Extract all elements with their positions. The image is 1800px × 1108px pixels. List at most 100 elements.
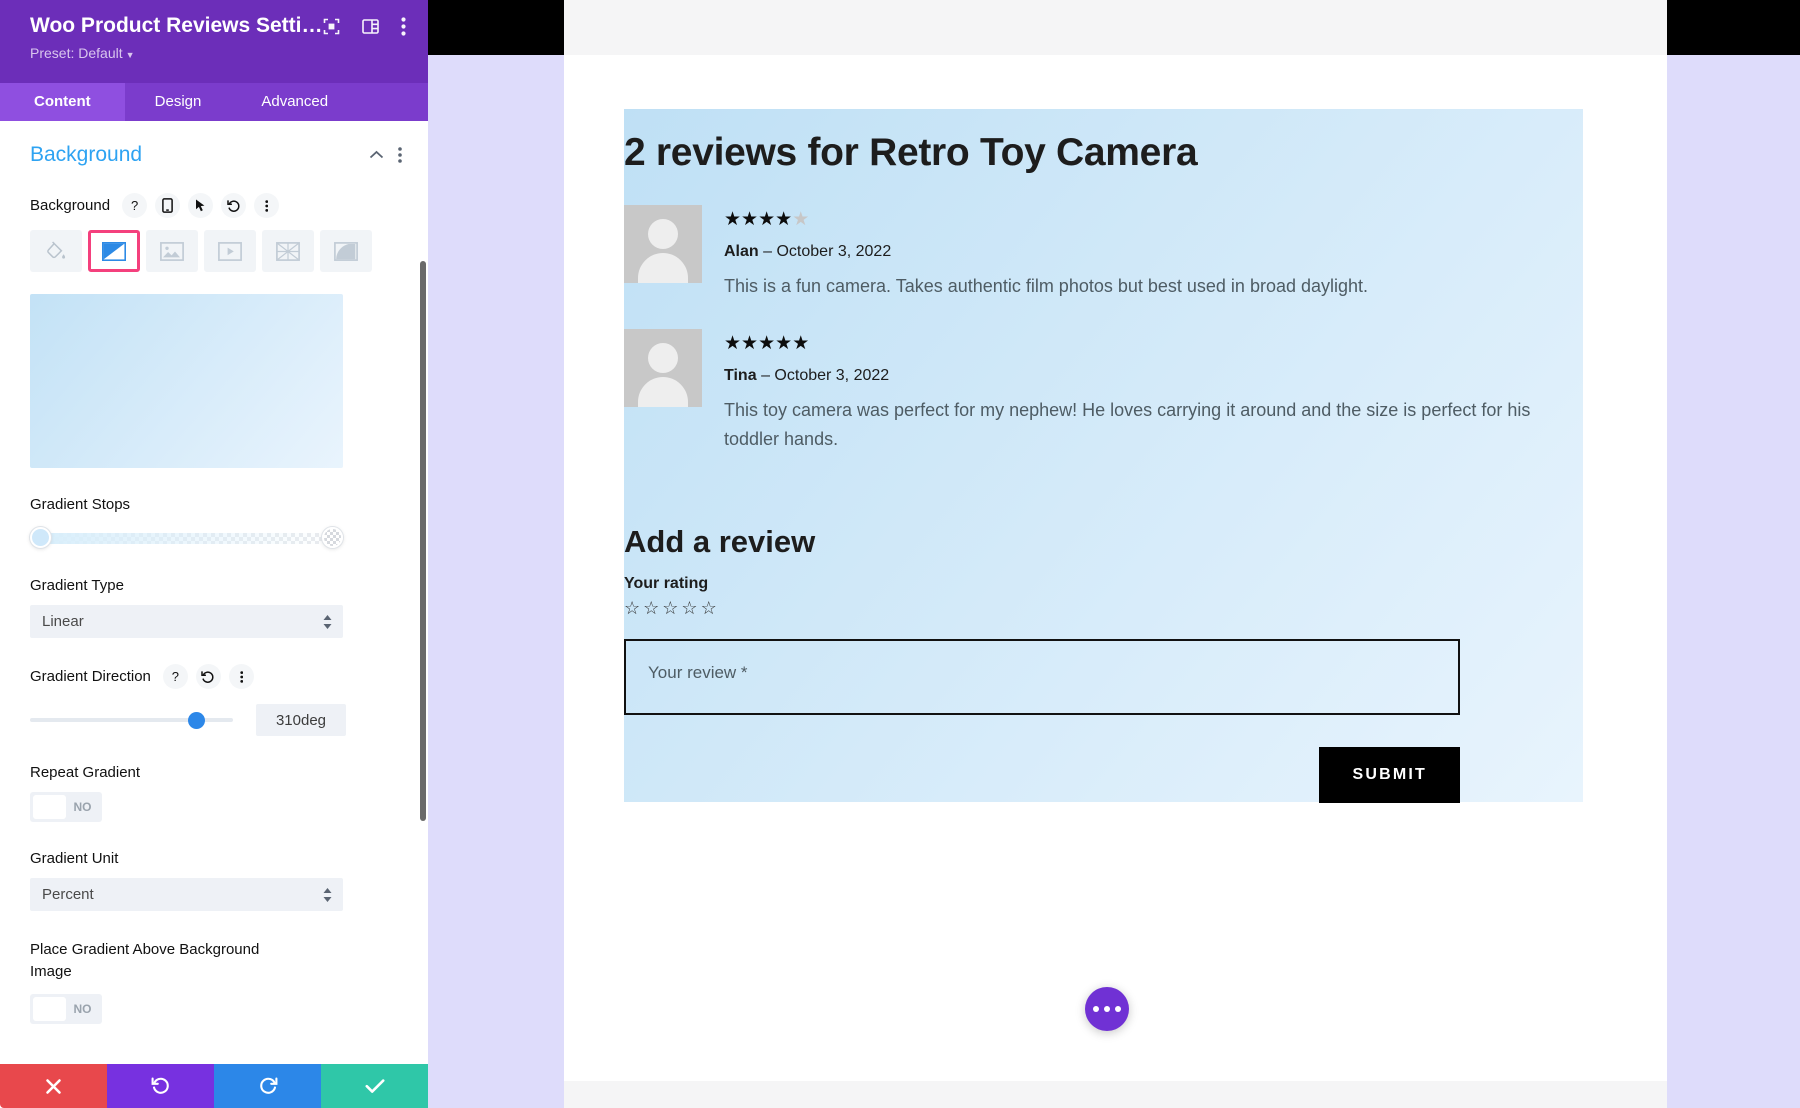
gradient-stops-slider[interactable] xyxy=(30,527,343,549)
star-empty-icon: ★ xyxy=(792,209,809,230)
background-label: Background xyxy=(30,197,110,214)
more-vertical-icon[interactable] xyxy=(401,17,406,36)
toggle-knob xyxy=(33,795,66,819)
review-meta: Tina – October 3, 2022 xyxy=(724,365,1583,387)
rating-star-input[interactable]: ☆☆☆☆☆ xyxy=(624,598,1583,619)
star-filled-icon: ★ xyxy=(775,209,792,230)
review-item: ★★★★★ Tina – October 3, 2022 This toy ca… xyxy=(624,329,1583,454)
repeat-gradient-toggle[interactable]: NO xyxy=(30,792,102,822)
place-gradient-above-toggle[interactable]: NO xyxy=(30,994,102,1024)
background-field: Background ? xyxy=(0,193,428,1024)
redo-icon xyxy=(258,1076,278,1096)
star-rating: ★★★★★ xyxy=(724,333,1583,355)
help-icon[interactable]: ? xyxy=(122,193,147,218)
star-empty-icon[interactable]: ☆ xyxy=(701,598,720,618)
save-button[interactable] xyxy=(321,1064,428,1108)
tab-content[interactable]: Content xyxy=(0,83,125,121)
reset-icon[interactable] xyxy=(196,664,221,689)
panel-header: Woo Product Reviews Setti… xyxy=(0,0,428,83)
page-gutter-left xyxy=(428,55,564,1108)
slider-knob[interactable] xyxy=(188,712,205,729)
avatar xyxy=(624,329,702,407)
page-gutter-right xyxy=(1667,55,1800,1108)
page-settings-fab[interactable] xyxy=(1085,987,1129,1031)
review-item: ★★★★★ Alan – October 3, 2022 This is a f… xyxy=(624,205,1583,301)
your-rating-label: Your rating xyxy=(624,575,1583,593)
review-textarea[interactable]: Your review * xyxy=(624,639,1460,715)
review-date: October 3, 2022 xyxy=(774,367,889,384)
repeat-gradient-value: NO xyxy=(66,800,99,814)
background-type-tabs xyxy=(30,230,398,272)
ellipsis-dot-icon xyxy=(1093,1006,1099,1012)
star-empty-icon[interactable]: ☆ xyxy=(643,598,662,618)
gradient-direction-label: Gradient Direction xyxy=(30,668,151,685)
tab-advanced[interactable]: Advanced xyxy=(231,83,358,121)
gradient-type-select[interactable]: Linear xyxy=(30,605,343,638)
gradient-direction-value[interactable]: 310deg xyxy=(256,704,346,736)
gradient-preview[interactable] xyxy=(30,294,343,468)
section-title: Background xyxy=(30,143,355,167)
panel-action-bar xyxy=(0,1064,428,1108)
background-gradient-icon[interactable] xyxy=(88,230,140,272)
undo-icon xyxy=(151,1076,171,1096)
star-filled-icon: ★ xyxy=(724,333,741,354)
star-filled-icon: ★ xyxy=(758,209,775,230)
background-section-header: Background xyxy=(0,121,428,167)
gradient-direction-label-row: Gradient Direction ? xyxy=(30,664,398,689)
review-meta: Alan – October 3, 2022 xyxy=(724,241,1583,263)
review-author: Tina xyxy=(724,367,757,384)
background-video-icon[interactable] xyxy=(204,230,256,272)
undo-button[interactable] xyxy=(107,1064,214,1108)
place-gradient-above-label: Place Gradient Above Background Image xyxy=(30,939,260,983)
tab-design[interactable]: Design xyxy=(125,83,232,121)
focus-icon[interactable] xyxy=(323,18,340,35)
browser-chrome xyxy=(428,0,1800,56)
background-image-icon[interactable] xyxy=(146,230,198,272)
redo-button[interactable] xyxy=(214,1064,321,1108)
gradient-direction-option-icons: ? xyxy=(163,664,254,689)
cancel-button[interactable] xyxy=(0,1064,107,1108)
background-color-icon[interactable] xyxy=(30,230,82,272)
review-separator: – xyxy=(761,367,770,384)
gradient-direction-slider[interactable] xyxy=(30,710,233,730)
panel-tabs: Content Design Advanced xyxy=(0,83,428,121)
gradient-stops-bar xyxy=(39,533,335,544)
star-filled-icon: ★ xyxy=(758,333,775,354)
star-filled-icon: ★ xyxy=(741,209,758,230)
star-empty-icon[interactable]: ☆ xyxy=(624,598,643,618)
avatar xyxy=(624,205,702,283)
panel-preset[interactable]: Preset: Default▼ xyxy=(30,45,410,61)
gradient-stop-handle-start[interactable] xyxy=(30,527,51,548)
chevron-up-icon[interactable] xyxy=(369,150,384,160)
star-filled-icon: ★ xyxy=(724,209,741,230)
panel-scrollbar[interactable] xyxy=(420,261,426,821)
panel-title: Woo Product Reviews Setti… xyxy=(30,14,323,38)
reset-icon[interactable] xyxy=(221,193,246,218)
more-vertical-icon[interactable] xyxy=(398,147,402,163)
gradient-unit-select[interactable]: Percent xyxy=(30,878,343,911)
more-vertical-icon[interactable] xyxy=(229,664,254,689)
star-rating: ★★★★★ xyxy=(724,209,1583,231)
page-content-sheet: 2 reviews for Retro Toy Camera ★★★★★ Ala… xyxy=(564,55,1667,1081)
background-mask-icon[interactable] xyxy=(320,230,372,272)
submit-button[interactable]: SUBMIT xyxy=(1319,747,1460,803)
star-filled-icon: ★ xyxy=(792,333,809,354)
review-author: Alan xyxy=(724,243,759,260)
mobile-icon[interactable] xyxy=(155,193,180,218)
page-background: 2 reviews for Retro Toy Camera ★★★★★ Ala… xyxy=(428,55,1800,1108)
review-body: ★★★★★ Tina – October 3, 2022 This toy ca… xyxy=(724,329,1583,454)
star-empty-icon[interactable]: ☆ xyxy=(662,598,681,618)
chevron-updown-icon xyxy=(323,615,332,629)
panel-preset-label: Preset: Default xyxy=(30,45,123,61)
panel-body: Background Background ? xyxy=(0,121,428,1064)
gradient-stop-handle-end[interactable] xyxy=(322,527,343,548)
background-pattern-icon[interactable] xyxy=(262,230,314,272)
ellipsis-dot-icon xyxy=(1115,1006,1121,1012)
help-icon[interactable]: ? xyxy=(163,664,188,689)
hover-pointer-icon[interactable] xyxy=(188,193,213,218)
background-label-row: Background ? xyxy=(30,193,398,218)
more-vertical-icon[interactable] xyxy=(254,193,279,218)
star-empty-icon[interactable]: ☆ xyxy=(681,598,700,618)
star-filled-icon: ★ xyxy=(775,333,792,354)
layout-icon[interactable] xyxy=(362,19,379,34)
